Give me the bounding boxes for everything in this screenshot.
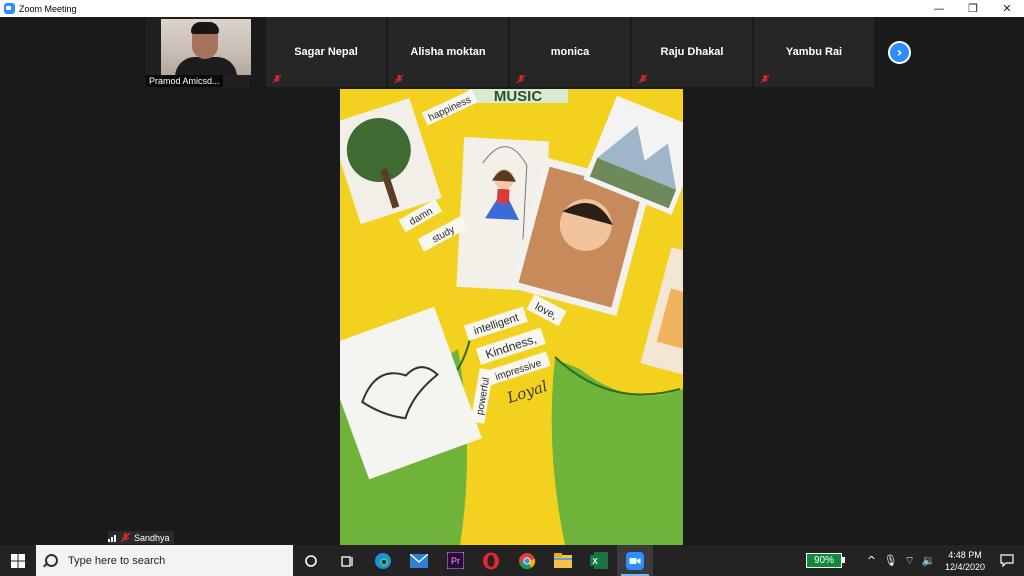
system-tray: 90% ^ 🎙 ⌔ 🔉 4:48 PM 12/4/2020 [806,545,1024,576]
taskbar-app-mail[interactable] [401,545,437,576]
poster-title: MUSIC [494,89,543,105]
participant-tile-self[interactable]: Pramod Amicsd... [146,17,251,87]
self-video-feed [161,19,251,75]
mic-muted-icon [394,74,404,84]
premiere-icon: Pr [446,552,464,569]
cortana-icon [305,554,317,567]
folder-icon [554,553,572,568]
poster-image: MUSIC happiness damn study intelligent l… [340,89,683,545]
action-center-button[interactable] [990,554,1024,567]
battery-percent: 90% [813,555,834,566]
taskbar-app-edge[interactable] [365,545,401,576]
zoom-logo-icon [4,3,15,14]
start-button[interactable] [0,545,36,576]
participant-name: Pramod Amicsd... [146,75,223,87]
taskbar-app-file-explorer[interactable] [545,545,581,576]
mic-muted-icon [638,74,648,84]
active-speaker-label: Sandhya [108,531,174,544]
search-icon [45,554,58,567]
notification-icon [1000,554,1014,567]
show-hidden-icons-button[interactable]: ^ [862,554,881,567]
participant-tile[interactable]: Sagar Nepal [266,17,386,87]
minimize-button[interactable]: — [922,0,956,17]
participant-name: monica [550,46,590,58]
mic-muted-icon [120,532,131,543]
signal-strength-icon [108,535,116,542]
participant-tile[interactable]: Alisha moktan [388,17,508,87]
svg-text:Pr: Pr [451,556,460,566]
task-view-button[interactable] [329,545,365,576]
taskbar-search-box[interactable]: Type here to search [36,545,293,576]
windows-taskbar: Type here to search Pr X 90% ^ 🎙 ⌔ 🔉 4:4… [0,545,1024,576]
participant-tile[interactable]: monica [510,17,630,87]
zoom-icon [626,551,644,570]
taskbar-app-chrome[interactable] [509,545,545,576]
wifi-icon[interactable]: ⌔ [900,554,919,568]
mic-muted-icon [516,74,526,84]
mic-muted-icon [760,74,770,84]
excel-icon: X [590,552,608,569]
windows-logo-icon [11,553,25,568]
clock-time: 4:48 PM [948,549,982,560]
active-speaker-name: Sandhya [134,532,170,543]
opera-icon [483,552,499,569]
participant-name: Alisha moktan [410,46,486,58]
clock[interactable]: 4:48 PM 12/4/2020 [940,549,990,573]
participant-name: Raju Dhakal [660,46,724,58]
mic-muted-icon [272,74,282,84]
search-placeholder: Type here to search [68,554,166,567]
close-button[interactable]: ✕ [990,0,1024,17]
clock-date: 12/4/2020 [944,561,986,572]
participant-tile[interactable]: Raju Dhakal [632,17,752,87]
window-title: Zoom Meeting [19,3,77,14]
microphone-icon[interactable]: 🎙 [881,554,900,567]
svg-text:X: X [592,557,598,566]
participant-strip: Pramod Amicsd... Sagar Nepal Alisha mokt… [146,17,878,87]
chrome-icon [519,552,536,569]
taskbar-app-zoom[interactable] [617,545,653,576]
restore-button[interactable]: ❐ [956,0,990,17]
participant-name: Yambu Rai [785,46,843,58]
participant-name: Sagar Nepal [294,46,358,58]
taskbar-app-excel[interactable]: X [581,545,617,576]
title-bar: Zoom Meeting — ❐ ✕ [0,0,1024,17]
edge-icon [375,552,391,569]
cortana-button[interactable] [293,545,329,576]
taskbar-app-premiere[interactable]: Pr [437,545,473,576]
task-view-icon [341,555,353,567]
taskbar-app-opera[interactable] [473,545,509,576]
next-page-button[interactable]: › [888,41,911,64]
battery-indicator[interactable]: 90% [806,553,845,568]
shared-video-feed: MUSIC happiness damn study intelligent l… [340,89,683,545]
mail-icon [410,553,428,568]
participant-tile[interactable]: Yambu Rai [754,17,874,87]
volume-icon[interactable]: 🔉 [919,554,938,567]
